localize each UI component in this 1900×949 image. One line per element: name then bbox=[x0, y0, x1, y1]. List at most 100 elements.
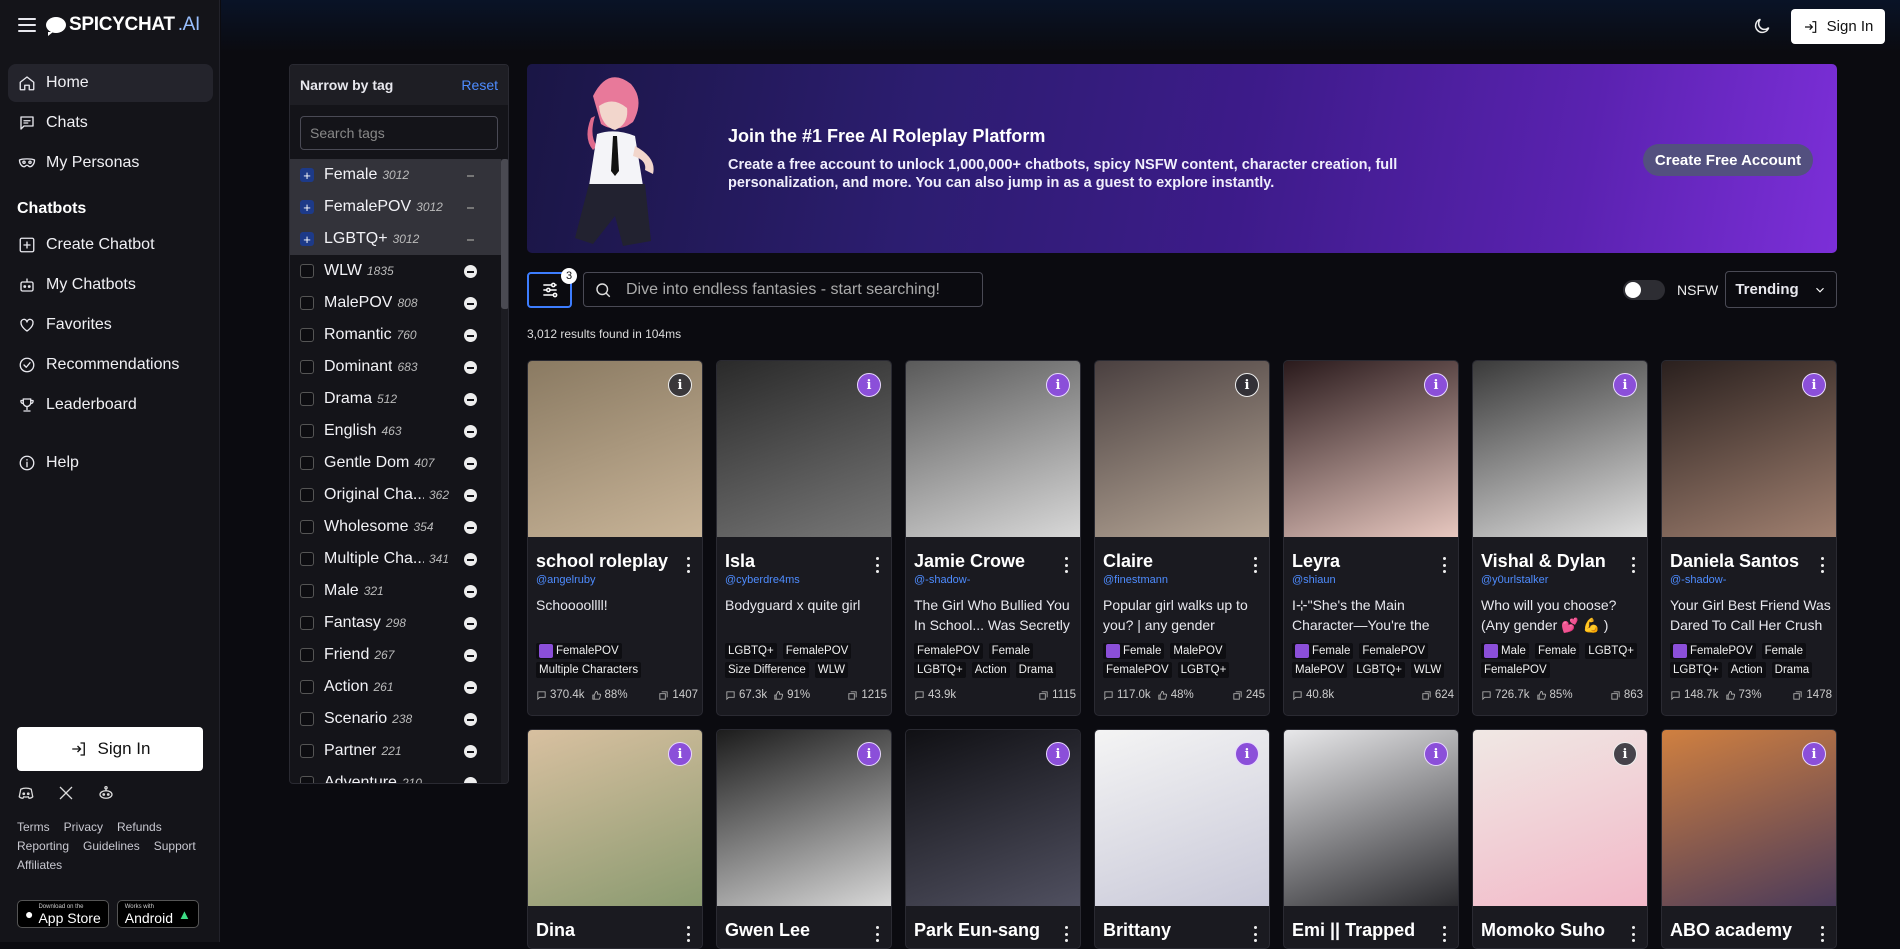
character-tag[interactable]: FemalePOV bbox=[1359, 643, 1428, 659]
tag-include-checkbox[interactable] bbox=[300, 424, 314, 438]
sidebar-item-leaderboard[interactable]: Leaderboard bbox=[8, 386, 213, 424]
tag-include-checkbox[interactable] bbox=[300, 456, 314, 470]
tag-row[interactable]: Friend 267 bbox=[290, 639, 508, 671]
info-icon[interactable]: i bbox=[1802, 373, 1826, 397]
character-tag[interactable]: Size Difference bbox=[725, 662, 809, 678]
character-card[interactable]: i Momoko Suho bbox=[1472, 729, 1648, 949]
character-card[interactable]: i Leyra @shiaun I⊹"She's the Main Character… bbox=[1283, 360, 1459, 716]
character-card[interactable]: i Dina bbox=[527, 729, 703, 949]
character-tag[interactable]: FemalePOV bbox=[782, 643, 852, 659]
more-options-icon[interactable] bbox=[1253, 926, 1257, 942]
tag-exclude-icon[interactable] bbox=[464, 585, 477, 598]
character-card[interactable]: i Daniela Santos @-shadow- Your Girl Best F… bbox=[1661, 360, 1837, 716]
brand-logo[interactable]: SPICYCHAT .AI bbox=[46, 14, 200, 36]
tag-exclude-icon[interactable] bbox=[464, 649, 477, 662]
tag-row[interactable]: WLW 1835 bbox=[290, 255, 508, 287]
character-tag[interactable]: FemalePOV bbox=[1670, 643, 1756, 659]
character-author[interactable]: @finestmann bbox=[1103, 574, 1168, 586]
character-image[interactable]: i bbox=[1473, 361, 1647, 537]
character-author[interactable]: @-shadow- bbox=[914, 574, 970, 586]
character-author[interactable]: @angelruby bbox=[536, 574, 595, 586]
info-icon[interactable]: i bbox=[1613, 742, 1637, 766]
more-options-icon[interactable] bbox=[1064, 926, 1068, 942]
info-icon[interactable]: i bbox=[1235, 742, 1259, 766]
tag-exclude-icon[interactable] bbox=[464, 681, 477, 694]
tag-row[interactable]: Romantic 760 bbox=[290, 319, 508, 351]
character-tag[interactable]: LGBTQ+ bbox=[914, 662, 966, 678]
more-options-icon[interactable] bbox=[1820, 926, 1824, 942]
tag-exclude-icon[interactable] bbox=[464, 745, 477, 758]
tag-include-checkbox[interactable] bbox=[300, 488, 314, 502]
more-options-icon[interactable] bbox=[1442, 557, 1446, 573]
footer-link-refunds[interactable]: Refunds bbox=[117, 820, 162, 834]
character-tag[interactable]: Action bbox=[971, 662, 1010, 678]
character-card[interactable]: i Jamie Crowe @-shadow- The Girl Who Bullie… bbox=[905, 360, 1081, 716]
tag-include-checkbox[interactable] bbox=[300, 168, 314, 182]
tag-exclude-icon[interactable] bbox=[464, 201, 477, 214]
tag-include-checkbox[interactable] bbox=[300, 744, 314, 758]
character-tag[interactable]: FemalePOV bbox=[536, 643, 622, 659]
footer-link-guidelines[interactable]: Guidelines bbox=[83, 839, 140, 853]
sidebar-item-help[interactable]: Help bbox=[8, 444, 213, 482]
tag-row[interactable]: Partner 221 bbox=[290, 735, 508, 767]
more-options-icon[interactable] bbox=[1631, 926, 1635, 942]
tag-row[interactable]: Original Cha... 362 bbox=[290, 479, 508, 511]
x-twitter-icon[interactable] bbox=[57, 784, 75, 802]
app-store-badge[interactable]: ● Download on the App Store bbox=[17, 900, 109, 928]
sidebar-sign-in-button[interactable]: Sign In bbox=[17, 727, 203, 771]
tag-include-checkbox[interactable] bbox=[300, 776, 314, 783]
footer-link-terms[interactable]: Terms bbox=[17, 820, 50, 834]
character-tag[interactable]: LGBTQ+ bbox=[1670, 662, 1722, 678]
sidebar-item-recommendations[interactable]: Recommendations bbox=[8, 346, 213, 384]
character-card[interactable]: i Park Eun-sang bbox=[905, 729, 1081, 949]
tag-exclude-icon[interactable] bbox=[464, 617, 477, 630]
tag-exclude-icon[interactable] bbox=[464, 425, 477, 438]
character-author[interactable]: @shiaun bbox=[1292, 574, 1336, 586]
tag-exclude-icon[interactable] bbox=[464, 233, 477, 246]
info-icon[interactable]: i bbox=[1613, 373, 1637, 397]
tag-include-checkbox[interactable] bbox=[300, 360, 314, 374]
info-icon[interactable]: i bbox=[1046, 373, 1070, 397]
character-tag[interactable]: LGBTQ+ bbox=[1585, 643, 1637, 659]
tag-row[interactable]: Scenario 238 bbox=[290, 703, 508, 735]
tag-row[interactable]: Multiple Cha... 341 bbox=[290, 543, 508, 575]
more-options-icon[interactable] bbox=[1442, 926, 1446, 942]
tag-row[interactable]: LGBTQ+ 3012 bbox=[290, 223, 508, 255]
more-options-icon[interactable] bbox=[1631, 557, 1635, 573]
info-icon[interactable]: i bbox=[857, 742, 881, 766]
tag-include-checkbox[interactable] bbox=[300, 552, 314, 566]
character-image[interactable]: i bbox=[906, 730, 1080, 906]
tag-include-checkbox[interactable] bbox=[300, 296, 314, 310]
character-image[interactable]: i bbox=[906, 361, 1080, 537]
tag-include-checkbox[interactable] bbox=[300, 520, 314, 534]
character-tag[interactable]: Drama bbox=[1015, 662, 1057, 678]
character-tag[interactable]: Action bbox=[1727, 662, 1766, 678]
character-image[interactable]: i bbox=[1095, 361, 1269, 537]
tag-exclude-icon[interactable] bbox=[464, 553, 477, 566]
character-tag[interactable]: Drama bbox=[1771, 662, 1813, 678]
menu-icon[interactable] bbox=[18, 18, 36, 32]
tag-exclude-icon[interactable] bbox=[464, 169, 477, 182]
sidebar-item-home[interactable]: Home bbox=[8, 64, 213, 102]
more-options-icon[interactable] bbox=[1820, 557, 1824, 573]
character-tag[interactable]: Female bbox=[1534, 643, 1580, 659]
tag-exclude-icon[interactable] bbox=[464, 393, 477, 406]
character-card[interactable]: i Brittany bbox=[1094, 729, 1270, 949]
info-icon[interactable]: i bbox=[1424, 373, 1448, 397]
character-image[interactable]: i bbox=[1095, 730, 1269, 906]
sidebar-item-chats[interactable]: Chats bbox=[8, 104, 213, 142]
filter-toggle-button[interactable]: 3 bbox=[527, 268, 577, 308]
character-tag[interactable]: WLW bbox=[814, 662, 849, 678]
tag-exclude-icon[interactable] bbox=[464, 777, 477, 783]
tag-exclude-icon[interactable] bbox=[464, 265, 477, 278]
character-tag[interactable]: MalePOV bbox=[1170, 643, 1226, 659]
tag-include-checkbox[interactable] bbox=[300, 328, 314, 342]
nsfw-toggle[interactable] bbox=[1623, 280, 1665, 300]
header-sign-in-button[interactable]: Sign In bbox=[1791, 9, 1885, 44]
info-icon[interactable]: i bbox=[857, 373, 881, 397]
character-image[interactable]: i bbox=[1662, 730, 1836, 906]
character-tag[interactable]: FemalePOV bbox=[1103, 662, 1172, 678]
character-author[interactable]: @-shadow- bbox=[1670, 574, 1726, 586]
character-tag[interactable]: FemalePOV bbox=[1481, 662, 1550, 678]
info-icon[interactable]: i bbox=[668, 742, 692, 766]
